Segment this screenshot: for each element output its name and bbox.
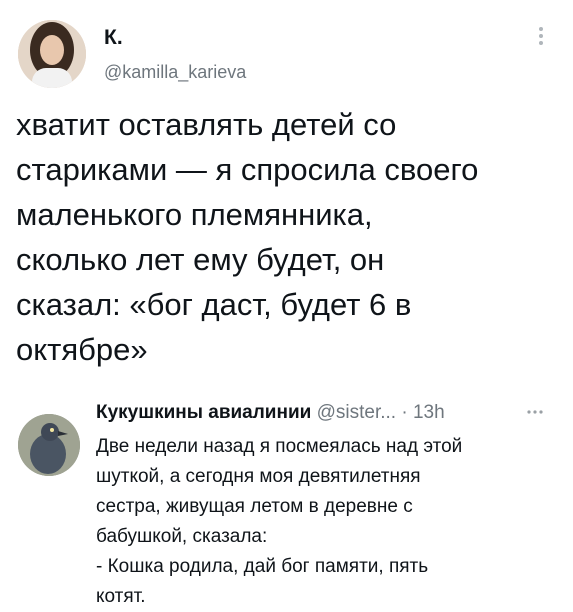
bird-avatar-icon [18, 414, 80, 476]
author-name[interactable]: К. [104, 26, 123, 50]
tweet-time[interactable]: 13h [413, 402, 445, 423]
author-name[interactable]: Кукушкины авиалинии [96, 402, 311, 423]
author-handle[interactable]: @sister... [317, 402, 396, 423]
vertical-dots-icon [539, 27, 543, 45]
more-options-icon[interactable] [538, 26, 544, 46]
horizontal-dots-icon [527, 410, 543, 414]
tweet-header: Кукушкины авиалинии @sister... · 13h [96, 402, 566, 424]
separator: · [396, 402, 413, 423]
avatar-kamilla[interactable] [18, 20, 86, 88]
avatar-photo-icon [18, 20, 86, 88]
tweet-text: Две недели назад я посмеялась над этой ш… [96, 436, 463, 607]
tweet-text: хватит оставлять детей со стариками — я … [16, 107, 479, 367]
author-handle[interactable]: @kamilla_karieva [104, 62, 246, 83]
more-options-icon[interactable] [526, 402, 544, 420]
avatar-bird[interactable] [18, 414, 80, 476]
